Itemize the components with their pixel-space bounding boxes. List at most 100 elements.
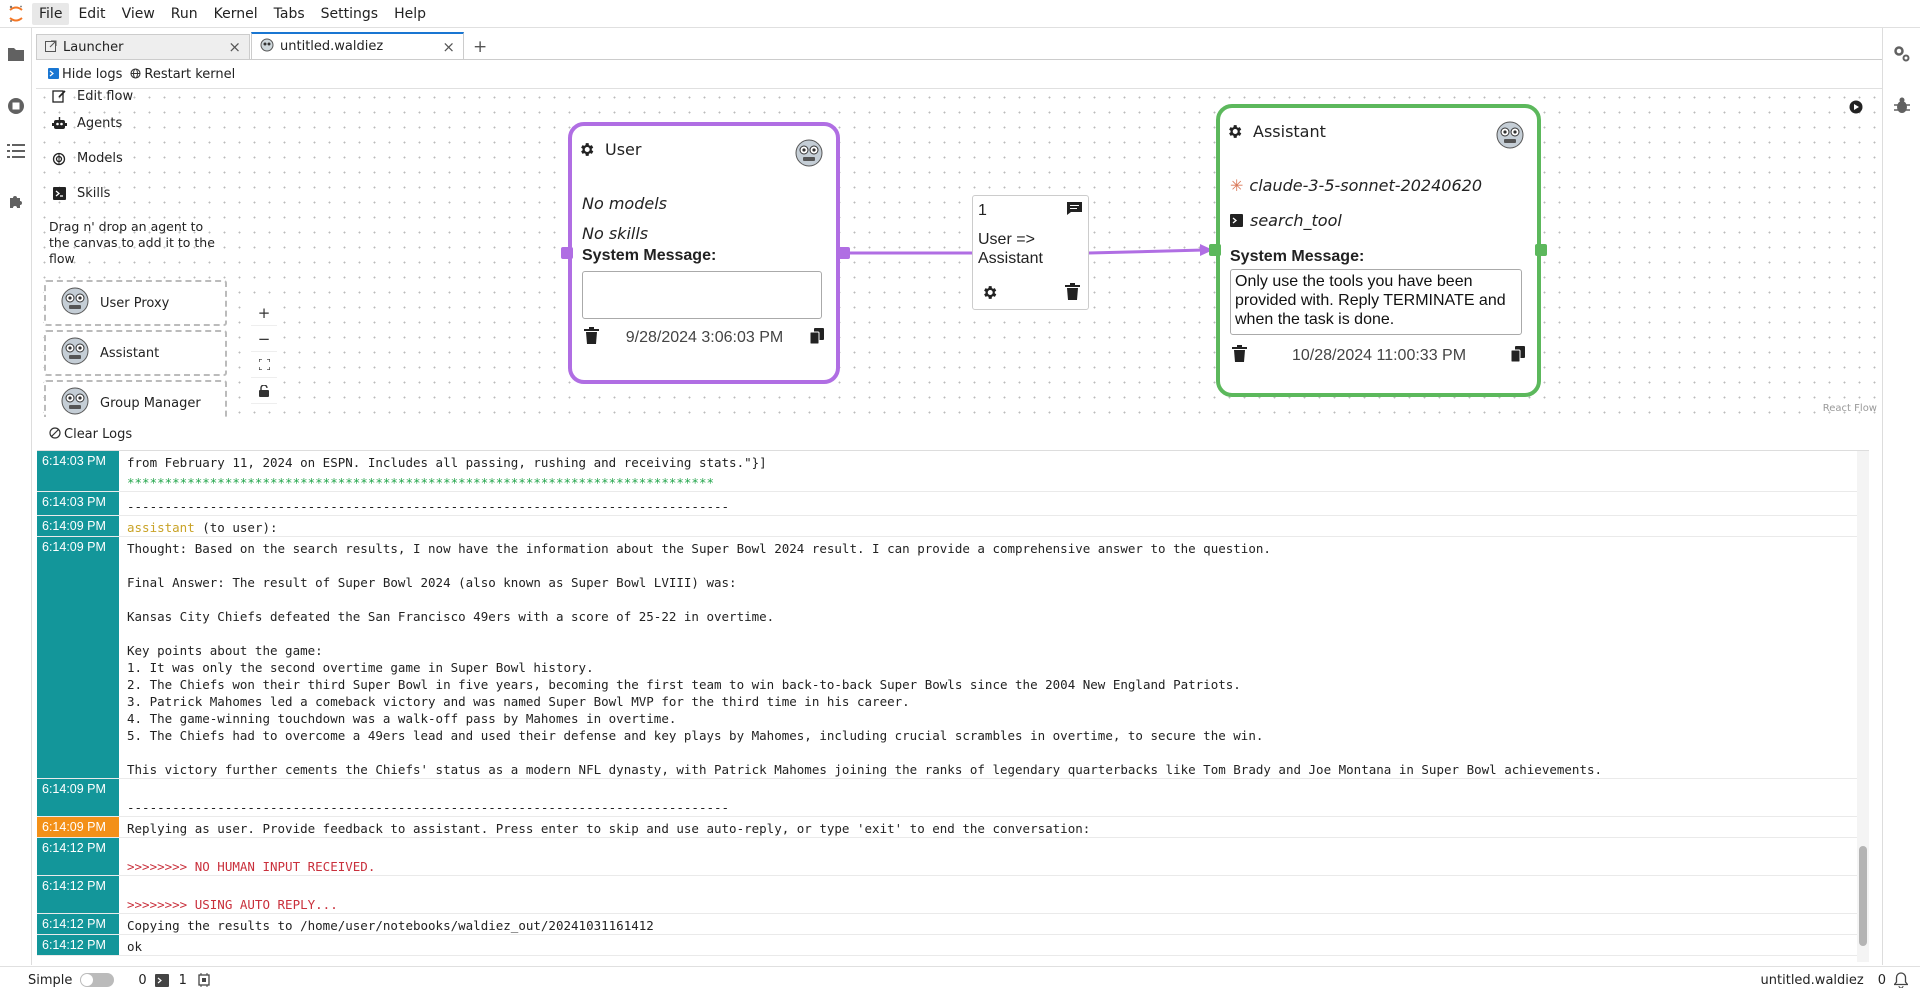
tab-untitled-waldiez[interactable]: untitled.waldiez × (251, 32, 464, 59)
jupyter-logo-icon[interactable] (0, 0, 32, 28)
menu-bar: File Edit View Run Kernel Tabs Settings … (0, 0, 1920, 28)
toolbar: Hide logs Restart kernel (36, 61, 1882, 89)
simple-mode-toggle[interactable] (80, 973, 115, 987)
copy-icon[interactable] (1510, 345, 1525, 367)
node-handle-right[interactable] (1535, 244, 1547, 256)
system-message-label: System Message: (582, 247, 717, 264)
node-model-name: claude-3-5-sonnet-20240620 (1249, 176, 1483, 195)
log-message: ok (127, 939, 143, 954)
copy-icon[interactable] (809, 327, 824, 349)
log-panel[interactable]: 6:14:03 PM from February 11, 2024 on ESPN… (37, 450, 1869, 962)
log-message: ----------------------------------------… (127, 499, 730, 514)
tab-launcher[interactable]: Launcher × (36, 34, 250, 59)
node-handle-left[interactable] (561, 247, 573, 259)
menu-settings[interactable]: Settings (314, 3, 385, 25)
log-message: from February 11, 2024 on ESPN. Includes… (127, 455, 767, 470)
node-user[interactable]: User No models No skills System Message:… (568, 122, 840, 384)
log-speaker: assistant (127, 520, 195, 535)
restart-kernel-button[interactable]: Restart kernel (130, 67, 235, 82)
log-timestamp: 6:14:03 PM (37, 492, 119, 515)
menu-help[interactable]: Help (387, 3, 433, 25)
edge-line[interactable] (1088, 248, 1205, 255)
log-message: >>>>>>>> NO HUMAN INPUT RECEIVED. (127, 859, 376, 874)
trash-icon[interactable] (1232, 345, 1247, 367)
menu-file[interactable]: File (32, 2, 70, 25)
log-message: assistant (to user): (119, 516, 286, 536)
log-scrollbar[interactable] (1857, 451, 1869, 962)
agent-avatar-icon (794, 138, 824, 172)
log-message: Replying as user. Provide feedback to as… (127, 821, 1091, 836)
system-message-input[interactable] (582, 271, 822, 319)
hide-logs-label: Hide logs (62, 67, 123, 82)
log-body: assistant (to user): (119, 516, 286, 536)
tab-label: Launcher (63, 39, 124, 55)
flow-canvas[interactable]: Edit flow Agents Models Skills Drag n' d… (37, 90, 1881, 417)
log-timestamp: 6:14:12 PM (37, 838, 119, 875)
log-header: Clear Logs (37, 419, 1881, 449)
gear-icon[interactable] (1226, 123, 1243, 140)
terminal-count[interactable]: 0 (138, 973, 146, 988)
node-handle-right[interactable] (838, 247, 850, 259)
debugger-icon[interactable] (1890, 94, 1914, 118)
log-body: Thought: Based on the search results, I … (119, 537, 1610, 778)
notification-count[interactable]: 0 (1878, 973, 1886, 988)
menu-tabs[interactable]: Tabs (267, 3, 312, 25)
log-message: ****************************************… (127, 475, 714, 490)
clear-logs-button[interactable]: Clear Logs (49, 427, 132, 442)
log-rows: 6:14:03 PM from February 11, 2024 on ESPN… (37, 451, 1869, 956)
running-icon[interactable] (4, 94, 28, 118)
folder-icon[interactable] (4, 42, 28, 66)
gear-icon[interactable] (578, 141, 595, 158)
terminal-icon (154, 973, 169, 987)
kernel-icon (197, 973, 211, 987)
node-footer: 10/28/2024 11:00:33 PM (1232, 345, 1525, 367)
message-icon[interactable] (1067, 202, 1082, 219)
node-handle-left[interactable] (1209, 244, 1221, 256)
node-assistant[interactable]: Assistant ✳ claude-3-5-sonnet-20240620 s… (1216, 104, 1541, 397)
system-message-label: System Message: (1230, 248, 1365, 265)
log-body: from February 11, 2024 on ESPN. Includes… (119, 451, 775, 491)
add-tab-icon[interactable]: + (465, 34, 495, 59)
terminal-icon (48, 67, 59, 82)
node-skills: No skills (582, 224, 649, 243)
log-body: ok (119, 935, 150, 955)
status-bar: Simple 0 1 untitled.waldiez 0 (0, 966, 1920, 993)
extension-icon[interactable] (4, 190, 28, 214)
toc-icon[interactable] (4, 139, 28, 163)
log-body: >>>>>>>> NO HUMAN INPUT RECEIVED. (119, 838, 383, 875)
log-timestamp: 6:14:09 PM (37, 779, 119, 816)
clear-icon (49, 426, 61, 442)
edge-label[interactable]: 1 User => Assistant (972, 195, 1089, 310)
bell-icon[interactable] (1894, 972, 1908, 988)
gear-icon[interactable] (981, 284, 998, 305)
log-row: 6:14:03 PM from February 11, 2024 on ESPN… (37, 451, 1869, 492)
node-skill: search_tool (1230, 211, 1342, 230)
log-timestamp: 6:14:12 PM (37, 876, 119, 913)
menu-kernel[interactable]: Kernel (207, 3, 265, 25)
react-flow-attribution[interactable]: React Flow (1823, 403, 1877, 414)
kernel-count[interactable]: 1 (179, 973, 187, 988)
menu-view[interactable]: View (115, 3, 162, 25)
node-skill-name: search_tool (1250, 211, 1342, 230)
run-flow-icon[interactable] (1849, 100, 1863, 114)
status-filename: untitled.waldiez (1760, 972, 1864, 988)
close-icon[interactable]: × (228, 38, 241, 56)
log-body: ----------------------------------------… (119, 492, 737, 515)
menu-edit[interactable]: Edit (71, 3, 112, 25)
scrollbar-thumb[interactable] (1859, 846, 1867, 946)
close-icon[interactable]: × (442, 38, 455, 56)
tab-bar: Launcher × untitled.waldiez × + (36, 32, 1882, 60)
terminal-icon (1230, 214, 1243, 227)
clear-logs-label: Clear Logs (64, 426, 133, 442)
right-sidebar (1882, 28, 1920, 965)
system-message-input[interactable]: Only use the tools you have been provide… (1230, 269, 1522, 335)
left-sidebar (0, 28, 32, 965)
log-row: 6:14:12 PM >>>>>>>> USING AUTO REPLY... (37, 876, 1869, 914)
trash-icon[interactable] (584, 327, 599, 349)
property-inspector-icon[interactable] (1890, 42, 1914, 66)
trash-icon[interactable] (1065, 283, 1080, 304)
menu-run[interactable]: Run (164, 3, 205, 25)
log-timestamp: 6:14:03 PM (37, 451, 119, 491)
node-date: 10/28/2024 11:00:33 PM (1291, 347, 1467, 364)
hide-logs-button[interactable]: Hide logs (48, 67, 122, 82)
